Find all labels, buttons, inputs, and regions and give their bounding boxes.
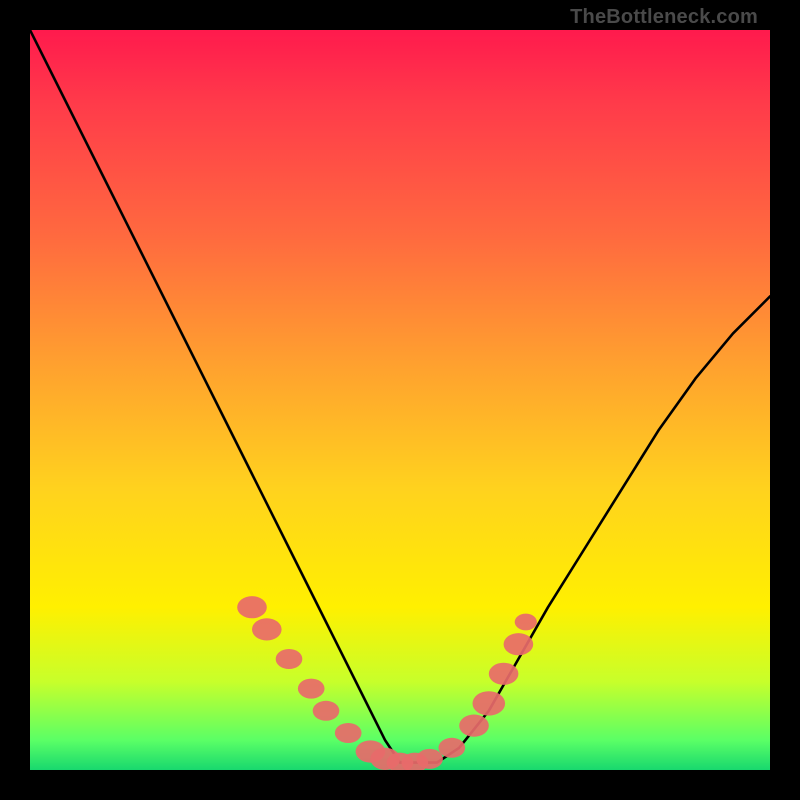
- curve-marker: [489, 663, 519, 685]
- curve-marker: [276, 649, 303, 669]
- curve-marker: [459, 715, 489, 737]
- bottleneck-curve: [30, 30, 770, 763]
- curve-marker: [335, 723, 362, 743]
- chart-overlay: [30, 30, 770, 770]
- curve-marker: [252, 618, 282, 640]
- watermark-text: TheBottleneck.com: [570, 6, 758, 29]
- curve-marker: [313, 701, 340, 721]
- curve-marker: [515, 614, 537, 631]
- curve-marker: [504, 633, 534, 655]
- curve-marker: [438, 738, 465, 758]
- curve-marker: [237, 596, 267, 618]
- chart-frame: [30, 30, 770, 770]
- curve-marker: [473, 691, 506, 715]
- curve-marker: [298, 679, 325, 699]
- curve-marker: [416, 749, 443, 769]
